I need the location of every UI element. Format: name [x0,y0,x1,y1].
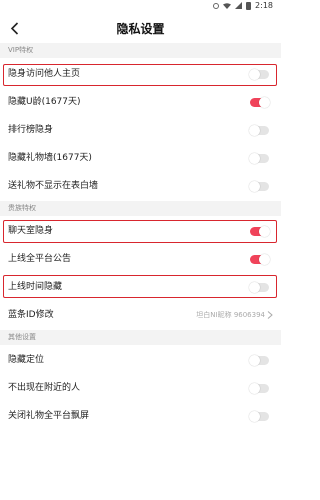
close-gift-banner-toggle[interactable] [249,411,269,422]
row-label: 聊天室隐身 [8,226,54,236]
row-label: 上线全平台公告 [8,254,72,264]
toggle-knob [249,355,260,366]
header: 隐私设置 [0,14,281,44]
toggle-knob [249,69,260,80]
row-hide-age: 隐藏U龄(1677天) [0,88,281,116]
row-label: 隐身访问他人主页 [8,69,81,79]
toggle-knob [259,254,270,265]
blue-id-value: 坦白NI昵称 9606394 [196,311,265,319]
row-label: 不出现在附近的人 [8,383,81,393]
row-label: 关闭礼物全平台飘屏 [8,411,90,421]
gift-not-on-wall-toggle[interactable] [249,181,269,192]
toggle-knob [249,411,260,422]
toggle-knob [249,282,260,293]
section-header-vip: VIP特权 [0,43,281,58]
row-label: 隐藏定位 [8,355,45,365]
row-hide-location: 隐藏定位 [0,346,281,374]
global-announce-toggle[interactable] [250,254,270,265]
row-label: 蓝条ID修改 [8,310,54,320]
toggle-knob [249,383,260,394]
toggle-knob [259,226,270,237]
status-bar: 2:18 [0,0,281,12]
row-hide-gift-wall: 隐藏礼物墙(1677天) [0,144,281,172]
signal-icon [235,2,243,9]
rank-hidden-toggle[interactable] [249,125,269,136]
row-label: 上线时间隐藏 [8,282,63,292]
section-header-other: 其他设置 [0,330,281,345]
wifi-icon [223,2,232,9]
row-chatroom-hidden: 聊天室隐身 [0,217,281,245]
toggle-knob [249,181,260,192]
section-header-noble: 贵族特权 [0,201,281,216]
chatroom-hidden-toggle[interactable] [250,226,270,237]
hide-location-toggle[interactable] [249,355,269,366]
toggle-knob [249,153,260,164]
circle-icon [213,2,220,9]
hide-gift-wall-toggle[interactable] [249,153,269,164]
row-label: 隐藏礼物墙(1677天) [8,153,92,163]
row-rank-hidden: 排行榜隐身 [0,116,281,144]
row-hidden-visit: 隐身访问他人主页 [0,60,281,88]
online-time-hidden-toggle[interactable] [249,282,269,293]
chevron-right-icon [267,311,273,319]
row-blue-id[interactable]: 蓝条ID修改 坦白NI昵称 9606394 [0,301,281,329]
status-time: 2:18 [255,1,273,10]
row-label: 隐藏U龄(1677天) [8,97,81,107]
row-online-time-hidden: 上线时间隐藏 [0,273,281,301]
row-gift-not-on-wall: 送礼物不显示在表白墙 [0,172,281,200]
page-title: 隐私设置 [116,22,165,36]
toggle-knob [259,97,270,108]
battery-icon [246,1,252,10]
toggle-knob [249,125,260,136]
row-close-gift-banner: 关闭礼物全平台飘屏 [0,402,281,430]
hidden-visit-toggle[interactable] [249,69,269,80]
hide-age-toggle[interactable] [250,97,270,108]
status-icons: 2:18 [213,1,273,10]
row-not-nearby: 不出现在附近的人 [0,374,281,402]
row-label: 排行榜隐身 [8,125,54,135]
not-nearby-toggle[interactable] [249,383,269,394]
row-label: 送礼物不显示在表白墙 [8,181,99,191]
row-global-announce: 上线全平台公告 [0,245,281,273]
